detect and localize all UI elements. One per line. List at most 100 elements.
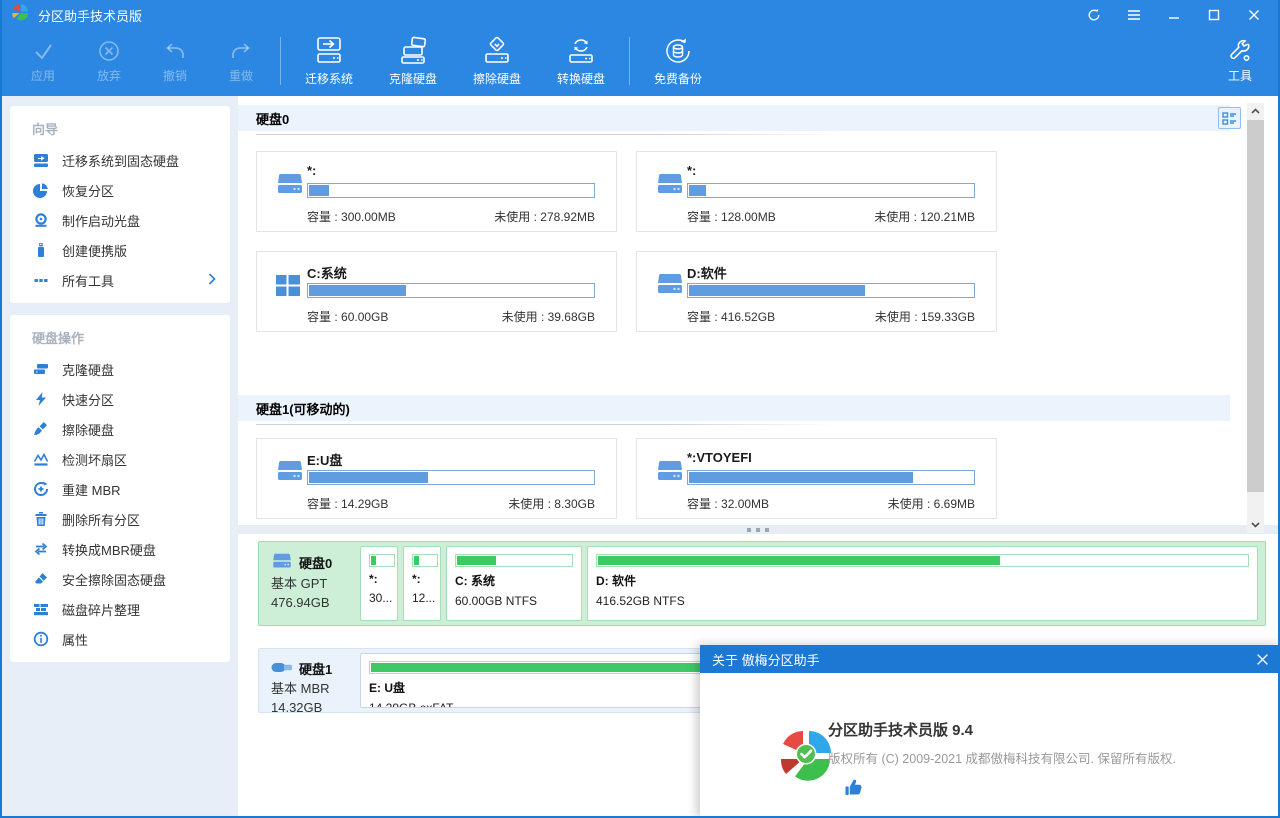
clone-disk-button[interactable]: 克隆硬盘 bbox=[371, 30, 455, 92]
undo-button[interactable]: 撤销 bbox=[142, 30, 208, 92]
usage-bar bbox=[687, 183, 975, 198]
maximize-button[interactable] bbox=[1206, 7, 1222, 23]
sidebar-item-wipe-disk[interactable]: 擦除硬盘 bbox=[10, 414, 230, 444]
dialog-close-button[interactable] bbox=[1254, 651, 1270, 667]
capacity-text: 容量 : 416.52GB bbox=[687, 308, 775, 325]
unused-text: 未使用 : 278.92MB bbox=[494, 208, 595, 225]
disk-type: 基本 GPT bbox=[271, 574, 355, 593]
migrate-os-button[interactable]: 迁移系统 bbox=[287, 30, 371, 92]
disk-operations-card: 硬盘操作 克隆硬盘 快速分区 擦除硬盘 bbox=[10, 315, 230, 662]
usage-bar bbox=[369, 554, 395, 567]
about-dialog: 关于 傲梅分区助手 分区助手技术员版 9.4 版权所有 (C) 2009-202… bbox=[700, 645, 1280, 818]
sidebar-item-recover-partition[interactable]: 恢复分区 bbox=[10, 175, 230, 205]
windows-icon bbox=[275, 273, 301, 302]
tools-button[interactable]: 工具 bbox=[1210, 30, 1270, 92]
toolbar-separator bbox=[629, 37, 630, 85]
refresh-icon[interactable] bbox=[1086, 7, 1102, 23]
unused-text: 未使用 : 39.68GB bbox=[502, 308, 595, 325]
apply-button[interactable]: 应用 bbox=[10, 30, 76, 92]
drive-icon bbox=[275, 460, 305, 487]
bootable-media-icon bbox=[32, 212, 49, 229]
sidebar-item-create-portable[interactable]: 创建便携版 bbox=[10, 235, 230, 265]
splitter-handle[interactable] bbox=[238, 525, 1278, 534]
app-logo-icon bbox=[12, 4, 29, 26]
about-dialog-titlebar: 关于 傲梅分区助手 bbox=[700, 645, 1280, 673]
partition-card-vtoyefi[interactable]: *:VTOYEFI 容量 : 32.00MB 未使用 : 6.69MB bbox=[636, 438, 997, 519]
thumb-hand-icon bbox=[845, 779, 863, 801]
divider bbox=[256, 424, 838, 425]
sidebar-item-rebuild-mbr[interactable]: 重建 MBR bbox=[10, 474, 230, 504]
partition-card-c[interactable]: C:系统 容量 : 60.00GB 未使用 : 39.68GB bbox=[256, 251, 617, 332]
partition-card-msr[interactable]: *: 容量 : 128.00MB 未使用 : 120.21MB bbox=[636, 151, 997, 232]
usb-drive-icon bbox=[271, 660, 293, 679]
sidebar-item-clone-disk[interactable]: 克隆硬盘 bbox=[10, 354, 230, 384]
sidebar-item-properties[interactable]: 属性 bbox=[10, 624, 230, 654]
wipe-disk-button[interactable]: 擦除硬盘 bbox=[455, 30, 539, 92]
close-button[interactable] bbox=[1246, 7, 1262, 23]
usage-bar bbox=[412, 554, 438, 567]
titlebar: 分区助手技术员版 bbox=[2, 0, 1278, 30]
diskmap-row-disk0[interactable]: 硬盘0 基本 GPT 476.94GB *: 30... *: 12... bbox=[258, 541, 1266, 626]
minimize-button[interactable] bbox=[1166, 7, 1182, 23]
diskmap-block-msr[interactable]: *: 12... bbox=[403, 546, 441, 621]
disk-name: 硬盘0 bbox=[299, 554, 332, 573]
view-toggle-button[interactable] bbox=[1218, 107, 1241, 129]
usage-bar bbox=[307, 183, 595, 198]
disk-type: 基本 MBR bbox=[271, 679, 355, 698]
sidebar: 向导 迁移系统到固态硬盘 恢复分区 制作 bbox=[2, 96, 238, 816]
sidebar-item-migrate-os-to-ssd[interactable]: 迁移系统到固态硬盘 bbox=[10, 145, 230, 175]
wizards-section-title: 向导 bbox=[10, 110, 230, 145]
drive-icon bbox=[655, 173, 685, 200]
diskmap-block-c[interactable]: C: 系统 60.00GB NTFS bbox=[446, 546, 582, 621]
drive-icon bbox=[271, 553, 293, 574]
unused-text: 未使用 : 8.30GB bbox=[508, 495, 595, 512]
diskmap-block-esp[interactable]: *: 30... bbox=[360, 546, 398, 621]
drive-icon bbox=[655, 273, 685, 300]
sidebar-item-convert-to-mbr[interactable]: 转换成MBR硬盘 bbox=[10, 534, 230, 564]
partition-card-d[interactable]: D:软件 容量 : 416.52GB 未使用 : 159.33GB bbox=[636, 251, 997, 332]
broom-icon bbox=[32, 421, 49, 438]
redo-button[interactable]: 重做 bbox=[208, 30, 274, 92]
usage-bar bbox=[687, 283, 975, 298]
capacity-text: 容量 : 300.00MB bbox=[307, 208, 396, 225]
disk-size: 14.32GB bbox=[271, 698, 355, 717]
free-backup-button[interactable]: 免费备份 bbox=[636, 30, 720, 92]
usage-bar bbox=[307, 283, 595, 298]
unused-text: 未使用 : 120.21MB bbox=[874, 208, 975, 225]
vertical-scrollbar[interactable] bbox=[1247, 103, 1264, 533]
sidebar-item-all-tools[interactable]: 所有工具 bbox=[10, 265, 230, 295]
scrollbar-thumb[interactable] bbox=[1247, 120, 1264, 492]
disk-name: 硬盘1 bbox=[299, 660, 332, 679]
discard-button[interactable]: 放弃 bbox=[76, 30, 142, 92]
sidebar-item-quick-partition[interactable]: 快速分区 bbox=[10, 384, 230, 414]
divider bbox=[256, 134, 838, 135]
app-window: 分区助手技术员版 应用 bbox=[0, 0, 1280, 818]
sidebar-item-delete-all-partitions[interactable]: 删除所有分区 bbox=[10, 504, 230, 534]
convert-disk-button[interactable]: 转换硬盘 bbox=[539, 30, 623, 92]
partition-card-e[interactable]: E:U盘 容量 : 14.29GB 未使用 : 8.30GB bbox=[256, 438, 617, 519]
product-name-version: 分区助手技术员版 9.4 bbox=[828, 719, 973, 740]
recover-partition-icon bbox=[32, 182, 49, 199]
scroll-down-arrow[interactable] bbox=[1247, 517, 1264, 533]
scroll-up-arrow[interactable] bbox=[1247, 103, 1264, 119]
info-icon bbox=[32, 631, 49, 648]
sidebar-item-check-bad-sectors[interactable]: 检测坏扇区 bbox=[10, 444, 230, 474]
wizards-card: 向导 迁移系统到固态硬盘 恢复分区 制作 bbox=[10, 106, 230, 303]
sidebar-item-make-bootable-media[interactable]: 制作启动光盘 bbox=[10, 205, 230, 235]
migrate-ssd-icon bbox=[32, 152, 49, 169]
toolbar-separator bbox=[280, 37, 281, 85]
sidebar-item-defragment[interactable]: 磁盘碎片整理 bbox=[10, 594, 230, 624]
product-logo bbox=[780, 727, 834, 788]
convert-arrows-icon bbox=[32, 541, 49, 558]
diskmap-block-d[interactable]: D: 软件 416.52GB NTFS bbox=[587, 546, 1258, 621]
clone-disk-icon bbox=[32, 361, 49, 378]
usb-portable-icon bbox=[32, 242, 49, 259]
partition-card-esp[interactable]: *: 容量 : 300.00MB 未使用 : 278.92MB bbox=[256, 151, 617, 232]
trash-icon bbox=[32, 511, 49, 528]
usage-bar bbox=[687, 470, 975, 485]
sidebar-item-secure-erase-ssd[interactable]: 安全擦除固态硬盘 bbox=[10, 564, 230, 594]
menu-icon[interactable] bbox=[1126, 7, 1142, 23]
disk0-section-header: 硬盘0 bbox=[238, 105, 1230, 131]
defrag-icon bbox=[32, 601, 49, 618]
capacity-text: 容量 : 14.29GB bbox=[307, 495, 388, 512]
